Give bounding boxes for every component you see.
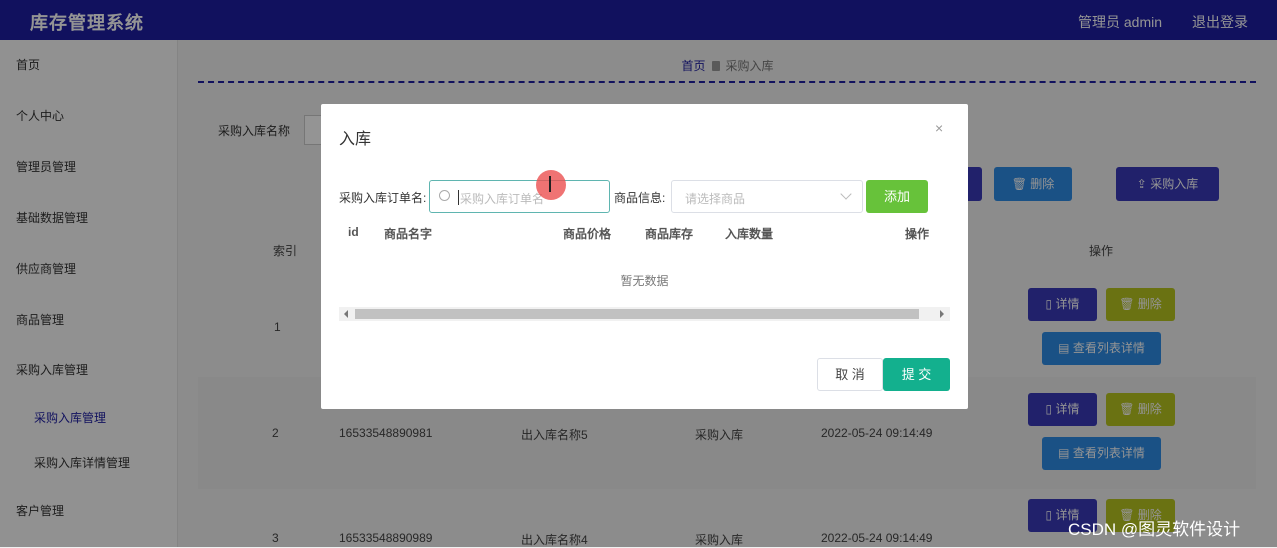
horizontal-scrollbar[interactable] <box>339 307 950 321</box>
goods-select-placeholder: 请选择商品 <box>685 192 746 206</box>
column-header-goods-price: 商品价格 <box>563 227 612 241</box>
order-name-input[interactable]: 采购入库订单名 <box>429 180 610 213</box>
column-header-goods-stock: 商品库存 <box>645 227 694 241</box>
search-icon <box>439 190 450 201</box>
order-name-label: 采购入库订单名: <box>339 191 427 205</box>
cursor-highlight <box>536 170 566 200</box>
column-header-id: id <box>348 225 359 239</box>
scrollbar-thumb[interactable] <box>355 309 919 319</box>
goods-select[interactable]: 请选择商品 <box>671 180 863 213</box>
column-header-in-quantity: 入库数量 <box>725 227 774 241</box>
chevron-down-icon <box>840 188 852 200</box>
add-goods-button[interactable]: 添加 <box>866 180 928 213</box>
empty-table-text: 暂无数据 <box>620 274 669 288</box>
watermark: CSDN @图灵软件设计 <box>1068 520 1241 539</box>
submit-button[interactable]: 提 交 <box>883 358 950 391</box>
goods-info-label: 商品信息: <box>614 191 666 205</box>
column-header-goods-name: 商品名字 <box>384 227 433 241</box>
cancel-button[interactable]: 取 消 <box>817 358 883 391</box>
stock-in-dialog: 入库 × 采购入库订单名: 采购入库订单名 商品信息: 请选择商品 添加 id … <box>321 104 968 409</box>
column-header-operation: 操作 <box>905 227 930 241</box>
scroll-left-arrow-icon[interactable] <box>344 310 348 318</box>
dialog-title: 入库 <box>339 131 372 148</box>
text-cursor-icon <box>549 176 551 192</box>
order-name-placeholder: 采购入库订单名 <box>460 192 545 206</box>
scroll-right-arrow-icon[interactable] <box>940 310 944 318</box>
text-caret <box>458 190 459 205</box>
close-icon[interactable]: × <box>935 120 943 136</box>
